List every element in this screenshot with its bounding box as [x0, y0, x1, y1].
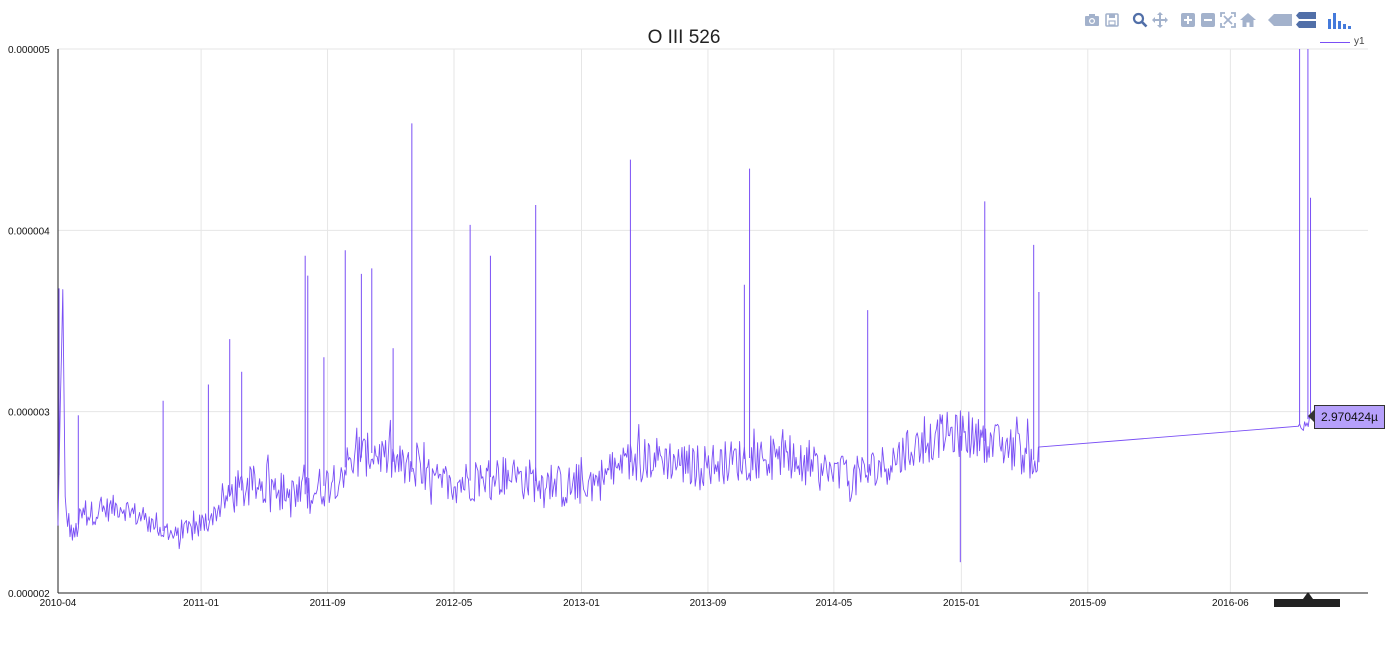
plotly-logo-icon[interactable]: [1326, 10, 1352, 30]
home-icon[interactable]: [1238, 10, 1258, 30]
x-tick-label: 2015-09: [1069, 598, 1106, 609]
legend-line-y1: [1320, 42, 1350, 43]
x-tick-label: 2015-01: [943, 598, 980, 609]
hover-compare-icon[interactable]: [1294, 10, 1318, 30]
zoom-icon[interactable]: [1130, 10, 1150, 30]
legend[interactable]: y1: [1316, 36, 1386, 52]
pan-icon[interactable]: [1150, 10, 1170, 30]
legend-label-y1: y1: [1354, 36, 1365, 47]
x-tick-label: 2010-04: [40, 598, 77, 609]
x-tick-label: 2014-05: [816, 598, 853, 609]
x-tick-label: 2016-06: [1212, 598, 1249, 609]
zoom-out-icon[interactable]: [1198, 10, 1218, 30]
y-tick-label: 0.000004: [8, 226, 50, 237]
x-tick-label: 2013-01: [563, 598, 600, 609]
x-hover-label: [1274, 599, 1340, 607]
chart-title: O III 526: [647, 27, 721, 48]
autoscale-icon[interactable]: [1218, 10, 1238, 30]
x-tick-label: 2011-01: [183, 598, 219, 609]
y-tick-label: 0.000003: [8, 408, 50, 419]
series-line-y1: [57, 289, 1310, 550]
hover-closest-icon[interactable]: [1266, 10, 1294, 30]
modebar: [1082, 10, 1352, 30]
chart: 0.0000020.0000030.0000040.0000052010-04 2…: [8, 45, 1368, 609]
hover-label: 2.970424µ: [1314, 405, 1385, 429]
zoom-in-icon[interactable]: [1178, 10, 1198, 30]
x-hover-label-arrow: [1303, 592, 1313, 599]
x-tick-label: 2012-05: [436, 598, 473, 609]
x-tick-label: 2011-09: [310, 598, 346, 609]
x-tick-label: 2013-09: [690, 598, 727, 609]
save-icon[interactable]: [1102, 10, 1122, 30]
camera-icon[interactable]: [1082, 10, 1102, 30]
